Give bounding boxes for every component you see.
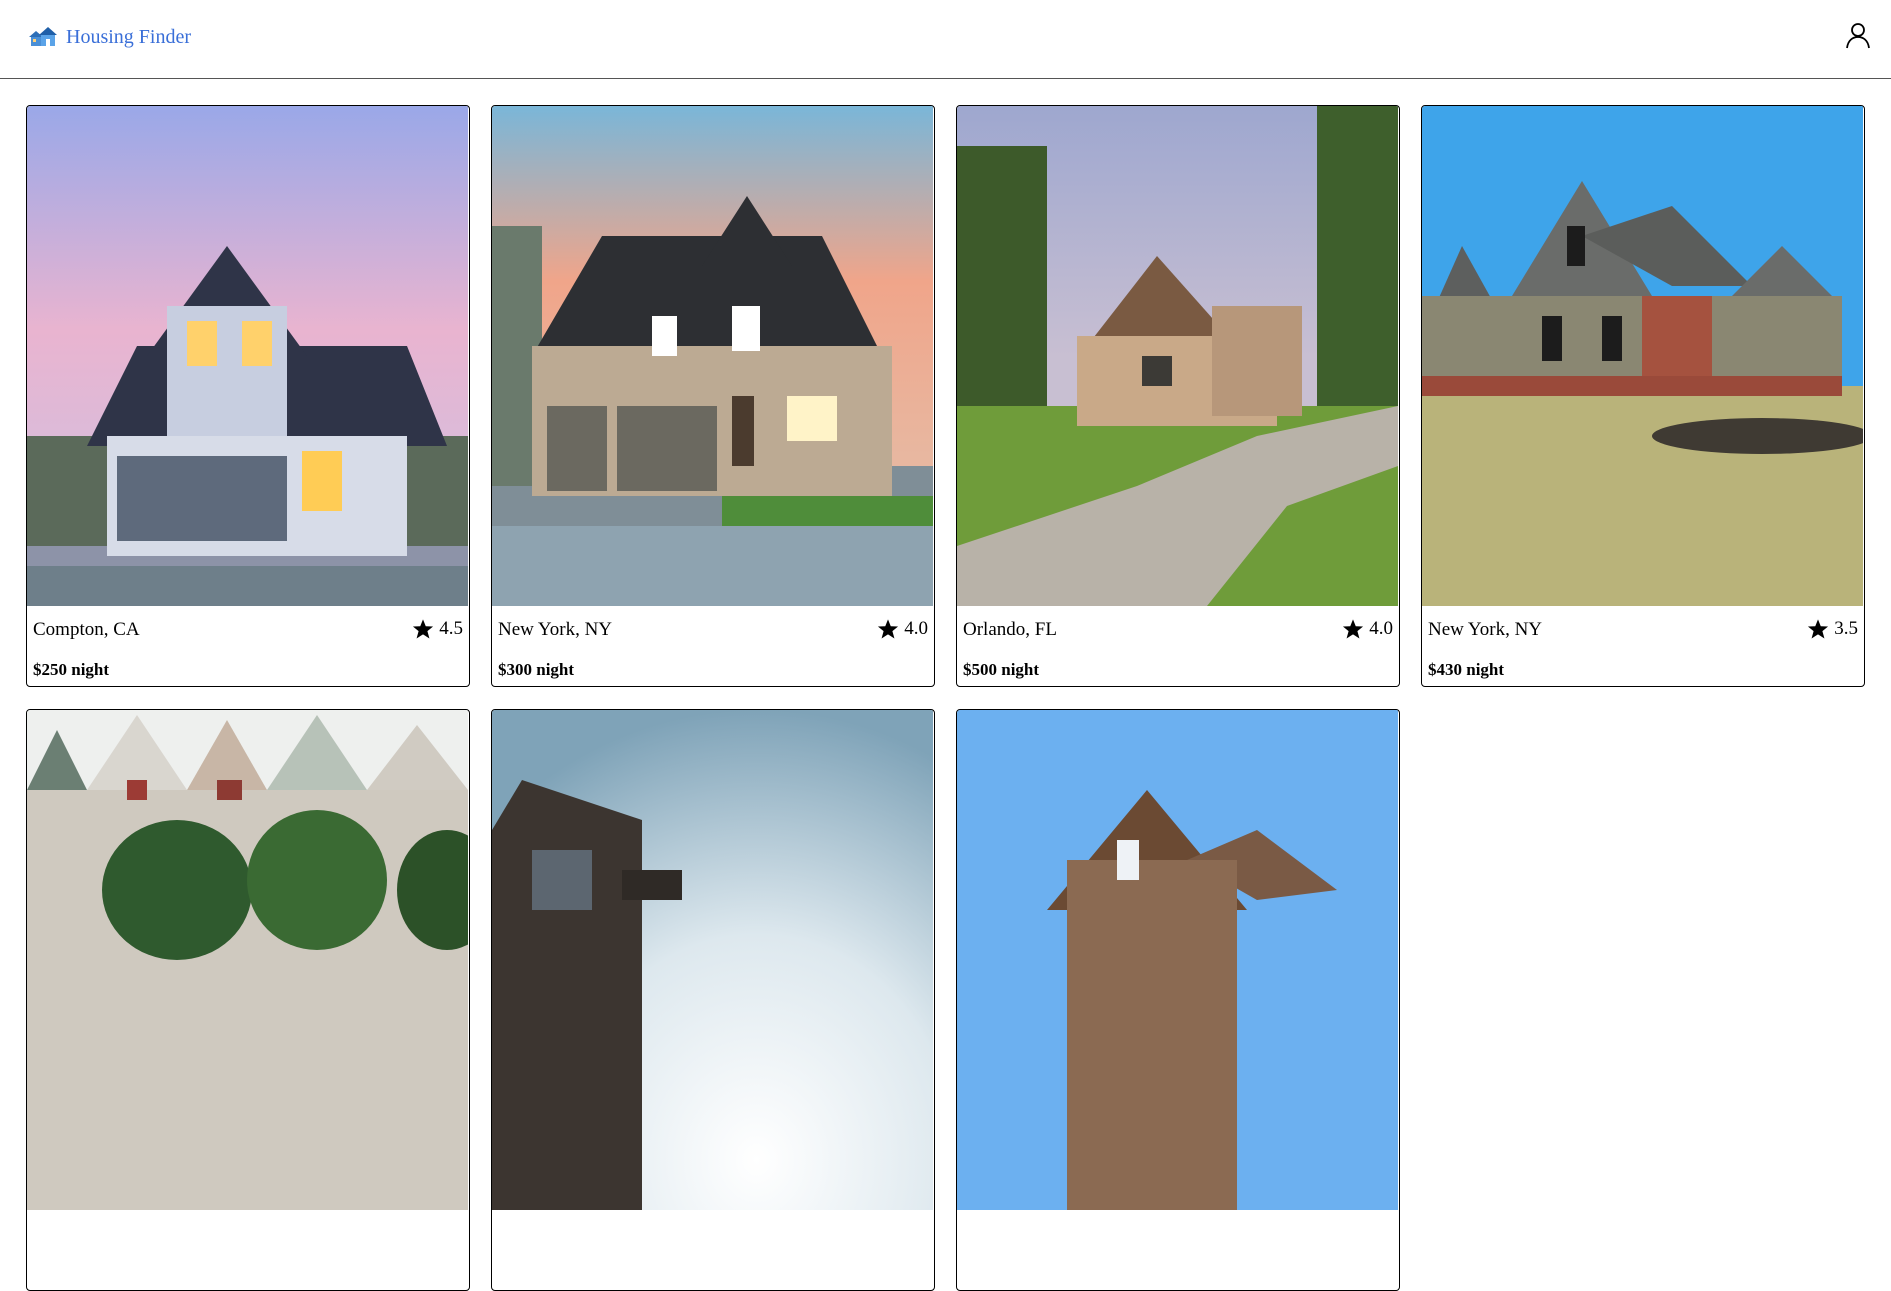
rating-value: 4.0	[904, 618, 928, 639]
listing-location: Orlando, FL	[963, 619, 1057, 640]
app-header: Housing Finder	[0, 0, 1891, 79]
listing-photo	[492, 106, 933, 606]
star-icon	[1343, 619, 1364, 639]
listing-rating: 4.5	[412, 618, 463, 640]
listing-card[interactable]: New York, NY 3.5 $430 night	[1421, 105, 1865, 687]
listing-photo	[27, 106, 468, 606]
listing-card[interactable]	[491, 709, 935, 1291]
listing-price: $500 night	[963, 660, 1040, 679]
listing-photo	[27, 710, 468, 1210]
rating-value: 3.5	[1834, 618, 1858, 639]
listing-photo	[957, 710, 1398, 1210]
star-icon	[878, 619, 899, 639]
listing-photo	[492, 710, 933, 1210]
listing-photo	[1422, 106, 1863, 606]
listing-card[interactable]: Compton, CA 4.5 $250 night	[26, 105, 470, 687]
rating-value: 4.0	[1369, 618, 1393, 639]
listing-rating: 4.0	[1342, 618, 1393, 640]
listing-photo	[957, 106, 1398, 606]
rating-value: 4.5	[439, 618, 463, 639]
house-logo-icon	[27, 25, 57, 49]
user-icon[interactable]	[1845, 21, 1871, 49]
listing-card[interactable]	[956, 709, 1400, 1291]
listing-location: New York, NY	[1428, 619, 1543, 640]
listing-price: $430 night	[1428, 660, 1505, 679]
app-title: Housing Finder	[66, 25, 191, 48]
listing-card[interactable]: Orlando, FL 4.0 $500 night	[956, 105, 1400, 687]
listing-price: $300 night	[498, 660, 575, 679]
listing-location: New York, NY	[498, 619, 613, 640]
star-icon	[413, 619, 434, 639]
listing-rating: 4.0	[877, 618, 928, 640]
star-icon	[1808, 619, 1829, 639]
listing-location: Compton, CA	[33, 619, 140, 640]
listing-card[interactable]	[26, 709, 470, 1291]
listing-card[interactable]: New York, NY 4.0 $300 night	[491, 105, 935, 687]
listing-rating: 3.5	[1807, 618, 1858, 640]
brand-home-link[interactable]: Housing Finder	[27, 22, 191, 52]
listing-price: $250 night	[33, 660, 110, 679]
